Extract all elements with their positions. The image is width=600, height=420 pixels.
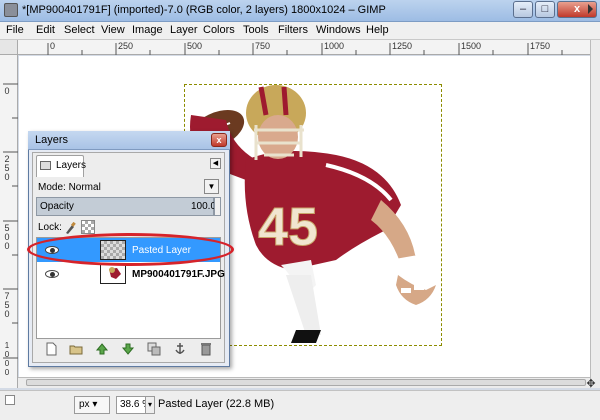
layers-dialog-title: Layers	[35, 134, 69, 146]
chevron-down-icon[interactable]: ▼	[204, 179, 219, 194]
menu-file[interactable]: File	[6, 24, 24, 36]
minimize-button[interactable]: –	[513, 1, 533, 18]
thumbnail-player-icon	[109, 267, 121, 279]
ruler-label: 500	[187, 41, 203, 51]
lower-layer-icon[interactable]	[121, 342, 135, 356]
ruler-ticks	[3, 83, 18, 359]
zoom-dropdown-icon[interactable]: ▾	[145, 396, 155, 414]
tab-layers-label: Layers	[56, 160, 87, 171]
ruler-ticks	[47, 43, 563, 55]
gimp-app-icon[interactable]	[4, 3, 18, 17]
anchor-layer-icon[interactable]	[173, 342, 187, 356]
horizontal-scroll-thumb[interactable]	[26, 379, 586, 386]
menu-edit[interactable]: Edit	[36, 24, 55, 36]
layers-tab-icon	[40, 161, 51, 170]
ruler-label: 1250	[392, 41, 413, 51]
delete-layer-icon[interactable]	[199, 342, 213, 356]
menu-filters[interactable]: Filters	[278, 24, 308, 36]
opacity-value[interactable]: 100.0	[191, 201, 216, 212]
ruler-label: 0	[50, 41, 56, 51]
quick-mask-corner[interactable]	[0, 40, 18, 55]
menu-colors[interactable]: Colors	[203, 24, 235, 36]
menu-help[interactable]: Help	[366, 24, 389, 36]
ruler-label: 1000	[324, 41, 345, 51]
ruler-label: 500	[4, 223, 10, 251]
navigate-icon[interactable]: ✥	[584, 378, 598, 390]
lock-label: Lock:	[38, 222, 62, 233]
raise-layer-icon[interactable]	[95, 342, 109, 356]
ruler-label: 750	[255, 41, 271, 51]
lock-pixels-icon[interactable]	[64, 222, 76, 234]
new-layer-icon[interactable]	[44, 342, 58, 356]
vertical-scrollbar[interactable]	[590, 40, 600, 388]
menu-windows[interactable]: Windows	[316, 24, 361, 36]
opacity-spin-button[interactable]	[214, 197, 221, 216]
duplicate-layer-icon[interactable]	[147, 342, 161, 356]
horizontal-ruler[interactable]: 0 250 500 750 1000 1250 1500 1750	[18, 40, 590, 55]
ruler-label: 1750	[530, 41, 551, 51]
menu-tools[interactable]: Tools	[243, 24, 269, 36]
menu-expand-icon[interactable]	[588, 4, 593, 14]
menu-layer[interactable]: Layer	[170, 24, 198, 36]
new-layer-group-icon[interactable]	[69, 342, 83, 356]
layer-mode-select[interactable]: Mode: Normal	[38, 182, 101, 193]
visibility-eye-icon[interactable]	[45, 270, 59, 278]
highlight-ellipse	[27, 233, 234, 266]
ruler-label: 750	[4, 291, 10, 319]
ruler-label: 1000	[4, 341, 10, 377]
maximize-button[interactable]: □	[535, 1, 555, 18]
opacity-label: Opacity	[40, 201, 74, 212]
window-title: *[MP900401791F] (imported)-7.0 (RGB colo…	[22, 4, 386, 16]
pointer-coords-icon	[5, 395, 15, 405]
status-message: Pasted Layer (22.8 MB)	[158, 398, 275, 410]
ruler-label: 250	[4, 154, 10, 182]
ruler-label: 0	[4, 86, 10, 96]
chevron-down-icon: ▾	[89, 399, 98, 410]
ruler-label: 1500	[461, 41, 482, 51]
lock-alpha-icon[interactable]	[81, 220, 95, 234]
unit-select[interactable]: px ▾	[74, 396, 110, 414]
layer-thumbnail	[100, 264, 126, 284]
menu-view[interactable]: View	[101, 24, 125, 36]
layers-dialog-close-button[interactable]: x	[211, 133, 227, 147]
menu-image[interactable]: Image	[132, 24, 163, 36]
layer-name[interactable]: MP900401791F.JPG	[132, 269, 225, 280]
vertical-ruler[interactable]: 0 250 500 750 1000	[0, 55, 18, 388]
tab-menu-icon[interactable]: ◀	[210, 158, 221, 169]
ruler-label: 250	[118, 41, 134, 51]
menu-bar: File Edit Select View Image Layer Colors…	[0, 22, 600, 40]
menu-select[interactable]: Select	[64, 24, 95, 36]
unit-value: px	[79, 399, 90, 410]
